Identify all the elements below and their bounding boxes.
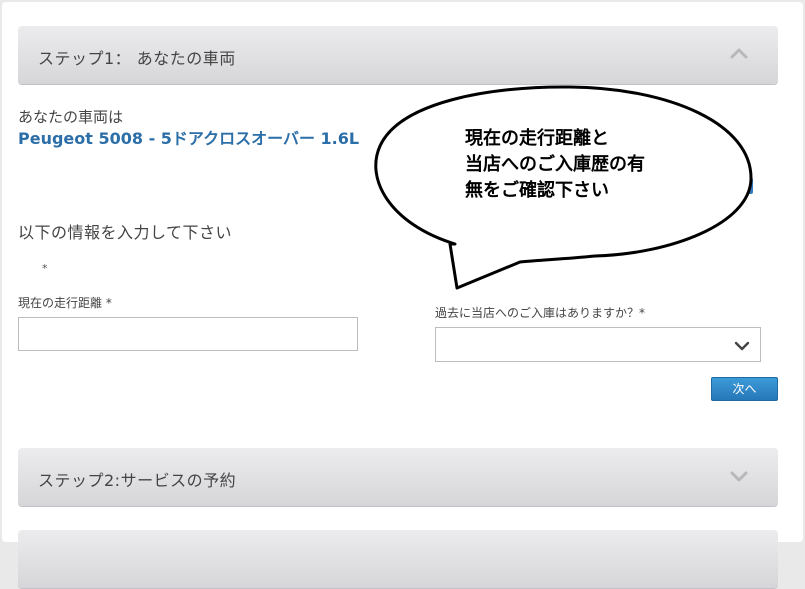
chevron-up-icon[interactable] — [728, 43, 750, 65]
chevron-down-icon[interactable] — [728, 465, 750, 487]
step1-title: ステップ1： あなたの車両 — [38, 49, 236, 68]
vehicle-name: Peugeot 5008 - 5ドアクロスオーバー 1.6L — [18, 129, 360, 148]
callout-line: 現在の走行距離と — [465, 128, 609, 149]
next-button[interactable]: 次へ — [711, 377, 778, 401]
chevron-down-icon — [734, 341, 750, 351]
required-mark: * — [42, 262, 48, 275]
step1-header[interactable]: ステップ1： あなたの車両 — [18, 26, 778, 85]
mileage-label: 現在の走行距離 * — [18, 296, 112, 310]
callout-line: 無をご確認下さい — [465, 180, 609, 201]
step2-header[interactable]: ステップ2:サービスの予約 — [18, 448, 778, 507]
visit-history-select[interactable] — [435, 327, 761, 362]
step3-header[interactable] — [18, 530, 778, 589]
callout-text: 現在の走行距離と 当店へのご入庫歴の有 無をご確認下さい — [465, 126, 645, 204]
form-intro: 以下の情報を入力して下さい — [18, 223, 233, 242]
callout-line: 当店へのご入庫歴の有 — [465, 154, 645, 175]
vehicle-label: あなたの車両は — [18, 108, 124, 126]
visit-history-label: 過去に当店へのご入庫はありますか？* — [435, 306, 646, 320]
step2-title: ステップ2:サービスの予約 — [38, 471, 237, 490]
mileage-input[interactable] — [18, 317, 358, 351]
